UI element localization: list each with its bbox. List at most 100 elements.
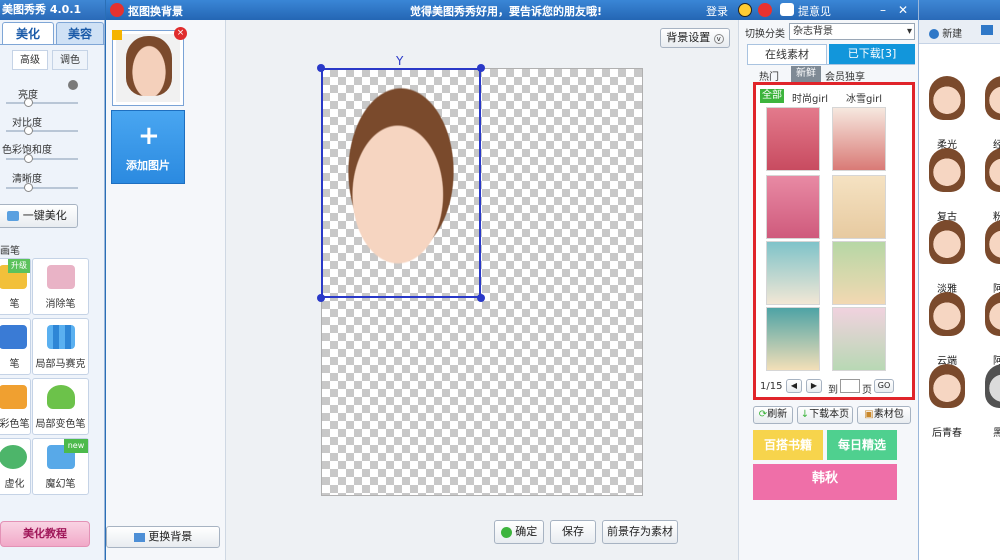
slider-saturation[interactable] xyxy=(6,158,78,160)
eraser-button[interactable]: 消除笔 xyxy=(32,258,89,315)
slider-knob[interactable] xyxy=(24,98,33,107)
slider-knob[interactable] xyxy=(24,126,33,135)
effect-thumbnail[interactable] xyxy=(929,148,965,192)
add-image-button[interactable]: + 添加图片 xyxy=(111,110,185,184)
plus-icon: + xyxy=(138,121,160,151)
material-thumbnail[interactable] xyxy=(832,307,886,371)
resize-handle[interactable] xyxy=(317,294,325,302)
local-mosaic-button[interactable]: 局部马赛克 xyxy=(32,318,89,375)
selection-box[interactable] xyxy=(321,68,481,298)
edit-canvas[interactable]: 背景设置 v Y 确定 保存 前景存为素材 xyxy=(226,20,738,560)
effect-thumbnail[interactable] xyxy=(985,220,1000,264)
category-select[interactable]: 杂志背景 ▾ xyxy=(789,23,915,40)
tab-online-materials[interactable]: 在线素材 xyxy=(747,44,827,64)
effect-thumbnail[interactable] xyxy=(929,364,965,408)
close-icon[interactable]: ✕ xyxy=(896,3,910,17)
resize-handle[interactable] xyxy=(317,64,325,72)
material-package-button[interactable]: ▣素材包 xyxy=(857,406,911,424)
tutorial-button[interactable]: 美化教程 xyxy=(0,521,90,547)
slider-knob[interactable] xyxy=(24,183,33,192)
promo-korean-banner[interactable]: 韩秋 xyxy=(753,464,897,500)
effect-thumbnail[interactable] xyxy=(929,76,965,120)
app-title: 美图秀秀 4.0.1 xyxy=(0,0,105,20)
new-badge: new xyxy=(64,439,88,453)
material-thumbnail[interactable] xyxy=(766,307,820,371)
material-thumbnail[interactable] xyxy=(832,175,886,239)
change-background-label: 更换背景 xyxy=(148,530,193,543)
color-pen-button[interactable]: 彩色笔 xyxy=(0,378,31,435)
save-foreground-button[interactable]: 前景存为素材 xyxy=(602,520,678,544)
blur-icon xyxy=(0,445,27,469)
effect-thumbnail[interactable] xyxy=(985,292,1000,336)
material-grid-highlight: 全部 时尚girl 冰雪girl 1/15 ◀ ▶ 到 页 GO xyxy=(753,82,915,400)
confirm-button[interactable]: 确定 xyxy=(494,520,544,544)
share-banner[interactable]: 觉得美图秀秀好用，要告诉您的朋友哦! xyxy=(410,3,602,19)
image-thumbnail[interactable]: × xyxy=(112,27,187,106)
minimize-icon[interactable]: – xyxy=(876,3,890,17)
brush-section-title: 画笔 xyxy=(0,246,20,257)
thumbnail-marker-icon xyxy=(112,30,122,40)
resize-handle[interactable] xyxy=(477,64,485,72)
material-thumbnail[interactable] xyxy=(766,107,820,171)
page-indicator: 1/15 xyxy=(760,381,783,392)
page-number-input[interactable] xyxy=(840,379,860,393)
left-panel: 美图秀秀 4.0.1 美化 美容 高级 调色 亮度 对比度 色彩饱和度 清晰度 … xyxy=(0,0,105,560)
change-background-button[interactable]: 更换背景 xyxy=(106,526,220,548)
go-button[interactable]: GO xyxy=(874,379,894,393)
dialog-titlebar: 抠图换背景 觉得美图秀秀好用，要告诉您的朋友哦! 登录 提意见 – ✕ xyxy=(106,0,918,20)
blur-button[interactable]: 虚化 xyxy=(0,438,31,495)
mosaic-pen-button[interactable]: 笔 xyxy=(0,318,31,375)
filter-snow-girl[interactable]: 冰雪girl xyxy=(846,90,882,105)
slider-contrast[interactable] xyxy=(6,130,78,132)
refresh-button[interactable]: ⟳刷新 xyxy=(753,406,793,424)
slider-sharpness[interactable] xyxy=(6,187,78,189)
filter-fashion-girl[interactable]: 时尚girl xyxy=(792,90,828,105)
material-thumbnail[interactable] xyxy=(832,241,886,305)
open-button[interactable]: 打开 xyxy=(981,25,993,36)
weibo-icon[interactable] xyxy=(758,3,772,17)
chevron-down-icon: ▾ xyxy=(906,26,912,37)
subtab-color[interactable]: 调色 xyxy=(52,50,88,70)
promo-books-banner[interactable]: 百搭书籍 xyxy=(753,430,823,460)
subtab-new[interactable]: 新鲜 xyxy=(791,66,821,82)
background-settings-button[interactable]: 背景设置 v xyxy=(660,28,730,48)
filter-all[interactable]: 全部 xyxy=(760,89,784,103)
reset-icon[interactable] xyxy=(68,80,78,90)
effect-thumbnail[interactable] xyxy=(929,292,965,336)
tab-downloaded[interactable]: 已下载[3] xyxy=(829,44,915,64)
slider-brightness[interactable] xyxy=(6,102,78,104)
brush-button[interactable]: 升级 笔 xyxy=(0,258,31,315)
subtab-vip[interactable]: 会员独享 xyxy=(825,68,865,83)
effect-thumbnail[interactable] xyxy=(985,76,1000,120)
remove-image-icon[interactable]: × xyxy=(174,27,187,40)
login-link[interactable]: 登录 xyxy=(706,3,728,19)
effect-thumbnail[interactable] xyxy=(985,364,1000,408)
local-recolor-button[interactable]: 局部变色笔 xyxy=(32,378,89,435)
next-page-button[interactable]: ▶ xyxy=(806,379,822,393)
effect-thumbnail[interactable] xyxy=(929,220,965,264)
resize-handle[interactable] xyxy=(477,294,485,302)
new-button[interactable]: 新建 xyxy=(929,25,962,40)
one-click-beautify-button[interactable]: 一键美化 xyxy=(0,204,78,228)
feedback-icon[interactable] xyxy=(780,3,794,16)
refresh-label: 刷新 xyxy=(767,409,788,420)
save-label: 保存 xyxy=(562,525,584,538)
feedback-link[interactable]: 提意见 xyxy=(798,3,831,19)
download-page-button[interactable]: ↓下载本页 xyxy=(797,406,853,424)
save-foreground-label: 前景存为素材 xyxy=(607,525,673,538)
tab-beautify[interactable]: 美化 xyxy=(2,22,54,44)
effect-thumbnail[interactable] xyxy=(985,148,1000,192)
subtab-hot[interactable]: 热门 xyxy=(759,68,779,83)
promo-daily-banner[interactable]: 每日精选 xyxy=(827,430,897,460)
qq-icon[interactable] xyxy=(738,3,752,17)
save-button[interactable]: 保存 xyxy=(550,520,596,544)
rotate-handle-icon[interactable]: Y xyxy=(396,55,406,68)
prev-page-button[interactable]: ◀ xyxy=(786,379,802,393)
subtab-advanced[interactable]: 高级 xyxy=(12,50,48,70)
tab-face[interactable]: 美容 xyxy=(56,22,104,44)
material-thumbnail[interactable] xyxy=(832,107,886,171)
slider-knob[interactable] xyxy=(24,154,33,163)
magic-pen-button[interactable]: new 魔幻笔 xyxy=(32,438,89,495)
material-thumbnail[interactable] xyxy=(766,241,820,305)
material-thumbnail[interactable] xyxy=(766,175,820,239)
